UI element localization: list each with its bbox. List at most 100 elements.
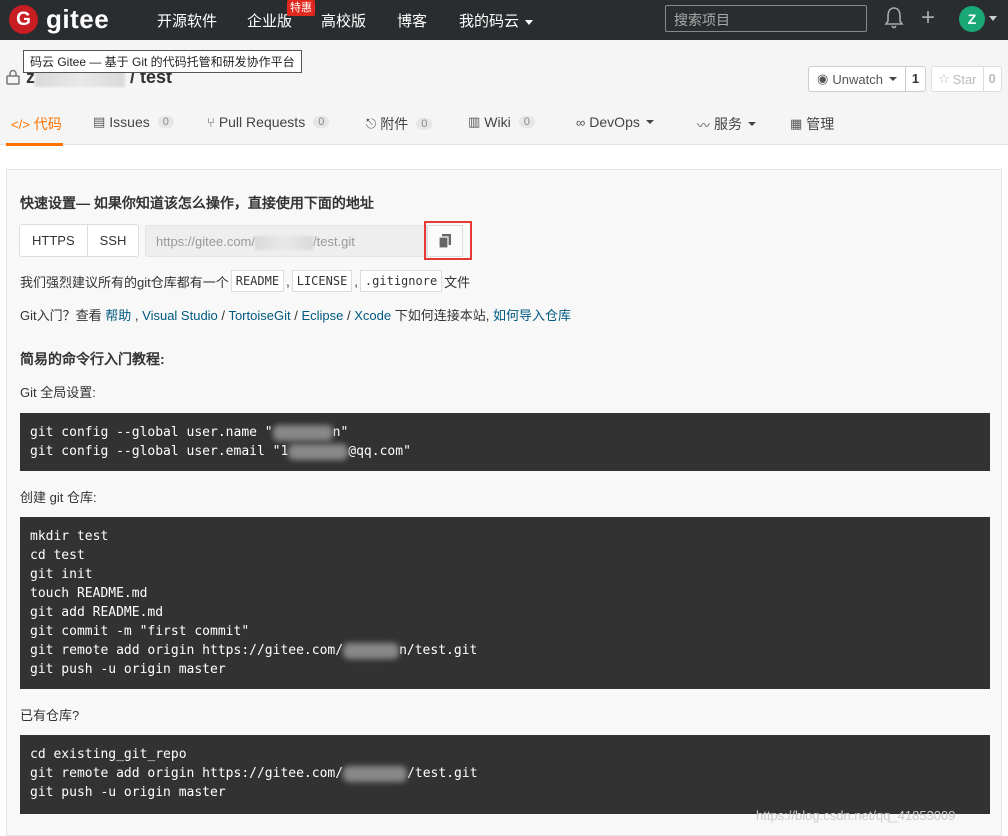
avatar[interactable]: Z [959,6,985,32]
quick-setup-title: 快速设置— 如果你知道该怎么操作，直接使用下面的地址 [20,195,374,211]
recommend-line: 我们强烈建议所有的git仓库都有一个 README, LICENSE, .git… [20,270,470,292]
code-line: git config --global user.email "1 [30,444,289,459]
tab-devops[interactable]: ∞ DevOps [576,114,654,130]
pull-request-icon: ⑂ [207,114,215,130]
code-line: git push -u origin master [30,785,226,800]
protocol-switch: HTTPS SSH [19,224,140,257]
code-icon: </> [11,116,30,132]
tab-wiki-count: 0 [518,116,535,128]
code-line: git config --global user.name " [30,425,273,440]
code-line: git push -u origin master [30,662,226,677]
existing-repo-code: cd existing_git_repo git remote add orig… [20,735,990,814]
gitee-logo-text: gitee [46,4,110,34]
tab-services-label: 服务 [714,116,743,132]
tab-issues-label: Issues [109,114,150,130]
bell-icon[interactable] [884,6,904,30]
tortoisegit-link[interactable]: TortoiseGit [228,308,290,323]
tab-attachments-label: 附件 [380,116,409,132]
devops-icon: ∞ [576,114,586,130]
code-line: n/test.git [399,643,478,658]
chevron-down-icon [645,120,654,124]
global-setup-label: Git 全局设置: [20,385,96,400]
chevron-down-icon [748,122,757,126]
chevron-down-icon [525,19,534,25]
visual-studio-link[interactable]: Visual Studio [142,308,218,323]
code-line: git remote add origin https://gitee.com/ [30,766,344,781]
comma-2: , [354,273,358,289]
help-link[interactable]: 帮助 [105,308,131,323]
code-line: touch README.md [30,586,148,601]
tab-pull-requests-label: Pull Requests [218,114,306,130]
redacted-username [272,424,333,441]
slash-2: / [294,308,298,323]
hot-badge: 特惠 [287,0,315,16]
repo-tabs: </> 代码 ▤ Issues 0 ⑂ Pull Requests 0 ⎋ 附件… [0,104,1008,145]
avatar-chevron-down-icon[interactable] [989,16,997,21]
clone-url-field[interactable]: https://gitee.com/ /test.git [145,225,427,257]
issues-icon: ▤ [93,114,106,129]
code-line: git remote add origin https://gitee.com/ [30,643,344,658]
nav-enterprise[interactable]: 企业版 [247,10,292,31]
code-line: git commit -m "first commit" [30,624,250,639]
import-repo-link[interactable]: 如何导入仓库 [493,308,571,323]
star-label: Star [952,71,977,87]
star-button[interactable]: ☆ Star 0 [931,66,1002,92]
search-input[interactable]: 搜索项目 [665,5,867,32]
star-count: 0 [982,67,1001,91]
create-repo-code: mkdir test cd test git init touch README… [20,517,990,689]
pulse-icon: 〰 [697,117,711,133]
clone-url-prefix: https://gitee.com/ [156,234,255,249]
chevron-down-icon [888,77,897,81]
watch-count: 1 [904,67,925,91]
https-button[interactable]: HTTPS [20,225,87,256]
code-line: n" [332,425,349,440]
git-intro-line: Git入门？查看 帮助 , Visual Studio / TortoiseGi… [20,305,571,324]
star-icon: ☆ [938,71,950,86]
comma-1: , [286,273,290,289]
tab-manage-label: 管理 [806,116,835,132]
tab-devops-label: DevOps [589,114,640,130]
gitee-logo-icon: G [9,5,38,34]
ssh-button[interactable]: SSH [86,225,139,256]
slash-3: / [347,308,351,323]
tab-pull-requests[interactable]: ⑂ Pull Requests 0 [207,114,330,130]
tab-services[interactable]: 〰 服务 [697,114,757,134]
slash-1: / [221,308,226,323]
code-line: mkdir test [30,529,109,544]
redacted-user [343,765,408,782]
nav-blog[interactable]: 博客 [397,10,427,31]
code-line: cd test [30,548,85,563]
code-line: /test.git [407,766,478,781]
watch-label: Unwatch [832,71,883,87]
tab-issues[interactable]: ▤ Issues 0 [93,114,174,130]
nav-university[interactable]: 高校版 [321,10,366,31]
eclipse-link[interactable]: Eclipse [301,308,343,323]
tab-issues-count: 0 [157,116,174,128]
copy-button-highlight [424,221,472,260]
plus-icon[interactable]: + [921,6,935,30]
tab-wiki[interactable]: ▥ Wiki 0 [468,114,535,130]
recommend-suffix: 文件 [444,274,471,290]
tab-manage[interactable]: ▦ 管理 [790,114,834,134]
gitee-logo[interactable]: G gitee [9,4,109,35]
code-line: git init [30,567,93,582]
tab-code[interactable]: </> 代码 [11,114,62,134]
tab-code-label: 代码 [33,116,62,132]
xcode-link[interactable]: Xcode [354,308,391,323]
attachment-icon: ⎋ [366,116,377,131]
tab-attachments[interactable]: ⎋ 附件 0 [366,114,433,134]
nav-my-gitee[interactable]: 我的码云 [459,10,534,31]
existing-repo-label: 已有仓库? [20,708,80,723]
nav-open-source[interactable]: 开源软件 [157,10,217,31]
tutorial-title: 简易的命令行入门教程: [20,351,165,367]
watch-button[interactable]: ◉ Unwatch 1 [808,66,927,92]
manage-icon: ▦ [790,116,803,131]
eye-icon: ◉ [817,71,829,86]
intro-mid: 下如何连接本站, [394,308,490,323]
wiki-icon: ▥ [468,114,481,129]
intro-comma: , [134,308,139,323]
redacted-user [255,235,313,250]
license-chip: LICENSE [291,270,353,292]
tab-pull-requests-count: 0 [313,116,330,128]
recommend-prefix: 我们强烈建议所有的git仓库都有一个 [20,274,229,290]
